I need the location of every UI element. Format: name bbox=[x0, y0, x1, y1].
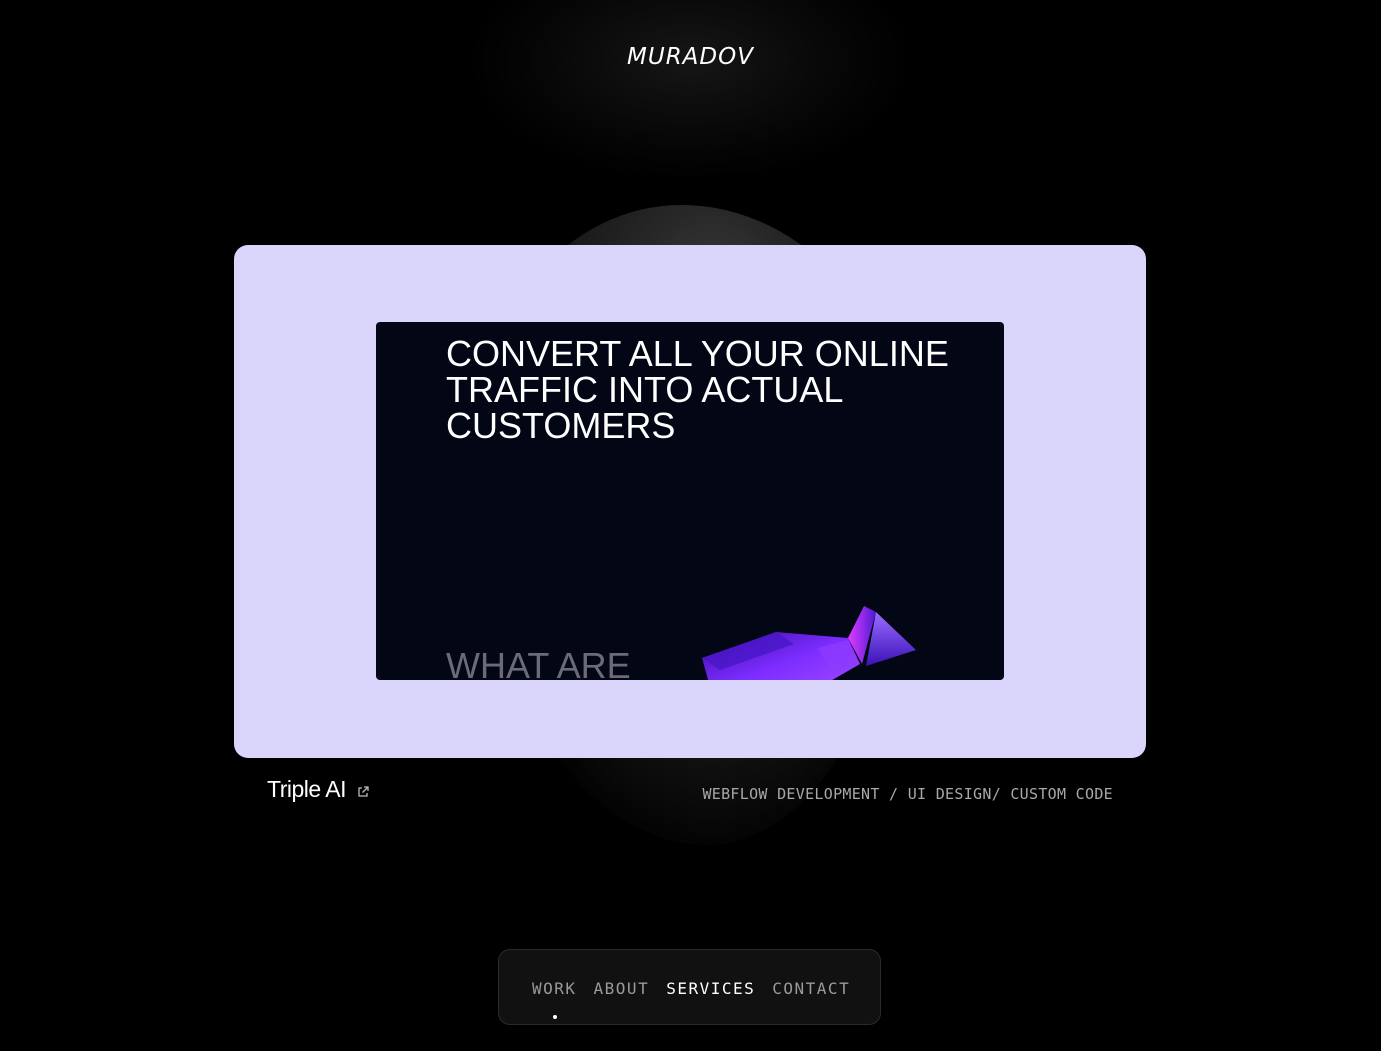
project-tags: WEBFLOW DEVELOPMENT / UI DESIGN/ CUSTOM … bbox=[702, 785, 1113, 803]
preview-headline: CONVERT ALL YOUR ONLINE TRAFFIC INTO ACT… bbox=[446, 333, 949, 446]
project-title: Triple AI bbox=[267, 776, 347, 802]
project-title-link[interactable]: Triple AI bbox=[267, 776, 370, 803]
site-logo[interactable]: MURADOV bbox=[0, 44, 1381, 70]
purple-3d-shape bbox=[702, 606, 916, 680]
external-link-icon bbox=[358, 785, 369, 797]
project-preview[interactable]: CONVERT ALL YOUR ONLINE TRAFFIC INTO ACT… bbox=[376, 322, 1004, 680]
background-glow bbox=[470, 0, 910, 180]
nav-item-services[interactable]: SERVICES bbox=[666, 979, 755, 998]
nav-items: WORK ABOUT SERVICES CONTACT bbox=[532, 979, 850, 998]
project-card[interactable]: CONVERT ALL YOUR ONLINE TRAFFIC INTO ACT… bbox=[234, 245, 1146, 758]
bottom-nav: WORK ABOUT SERVICES CONTACT bbox=[498, 949, 881, 1025]
nav-item-about[interactable]: ABOUT bbox=[594, 979, 650, 998]
page: MURADOV CONVERT ALL YOUR ONLINE TRAFFIC … bbox=[0, 0, 1381, 1051]
preview-subheading: WHAT ARE bbox=[446, 645, 631, 681]
nav-item-work[interactable]: WORK bbox=[532, 979, 577, 998]
nav-active-indicator bbox=[553, 1015, 557, 1019]
nav-item-contact[interactable]: CONTACT bbox=[772, 979, 850, 998]
